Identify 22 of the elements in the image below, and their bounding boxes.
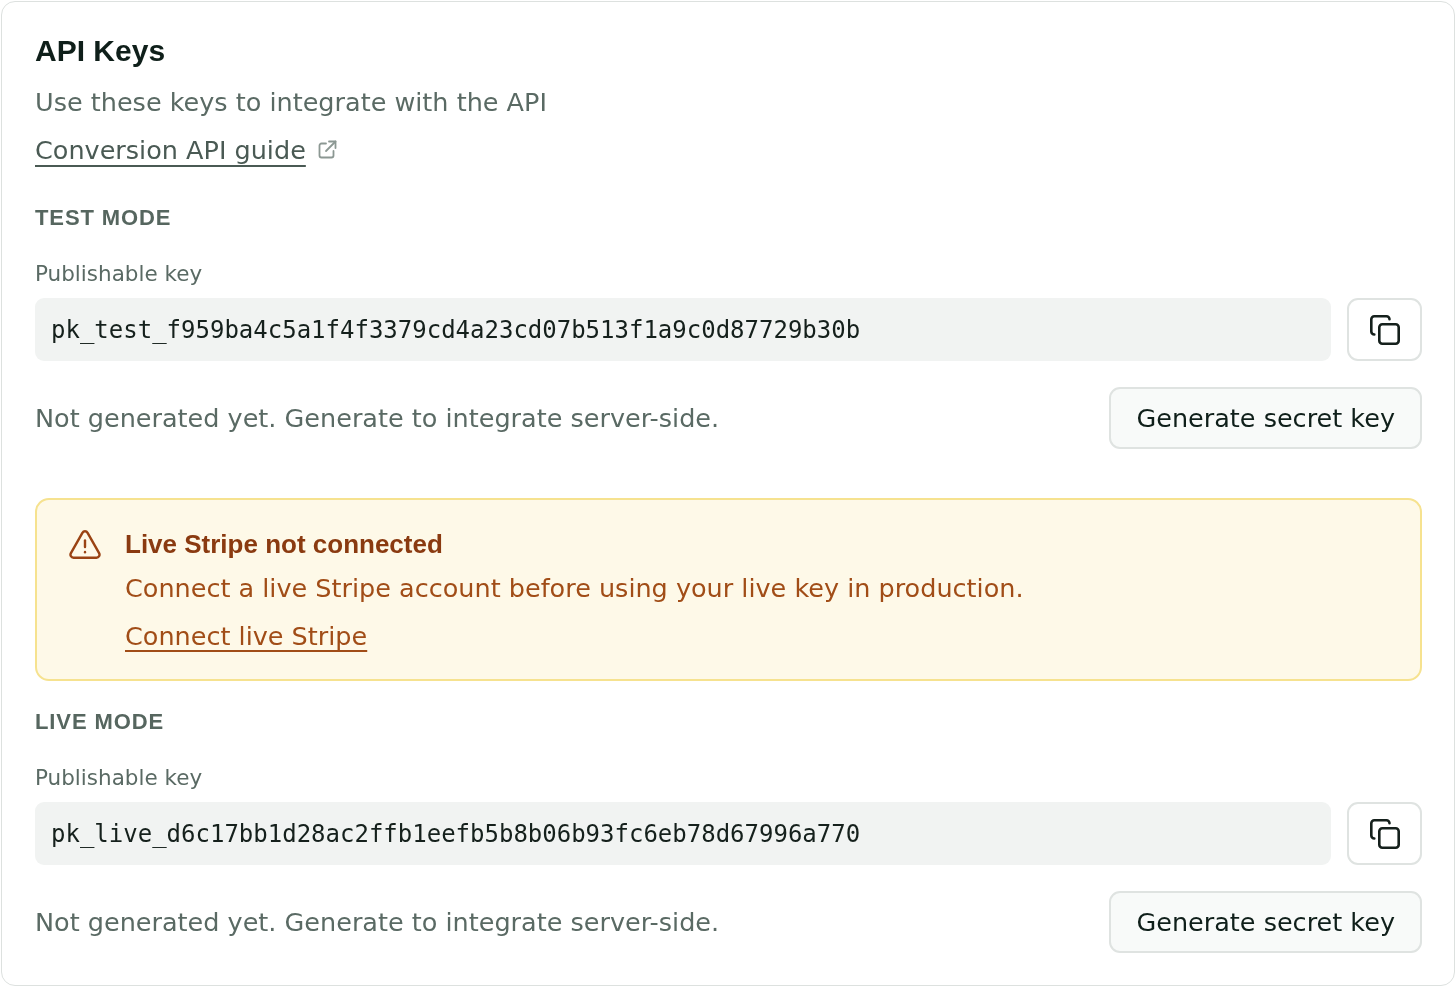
guide-link[interactable]: Conversion API guide xyxy=(35,132,306,168)
key-field[interactable]: pk_live_d6c17bb1d28ac2ffb1eefb5b8b06b93fc6eb78d67996a770 xyxy=(35,802,1331,865)
section-heading: TEST MODE xyxy=(35,204,172,232)
warning-icon xyxy=(69,530,101,559)
copy-button[interactable] xyxy=(1347,802,1422,865)
page-subtitle: Use these keys to integrate with the API xyxy=(35,86,547,119)
alert-title: Live Stripe not connected xyxy=(125,528,443,561)
generate-button[interactable]: Generate secret key xyxy=(1109,387,1422,449)
status-text: Not generated yet. Generate to integrate server-side. xyxy=(35,402,720,435)
page-title: API Keys xyxy=(35,33,166,69)
copy-icon xyxy=(1369,818,1400,849)
copy-button[interactable] xyxy=(1347,298,1422,361)
key-field[interactable]: pk_test_f959ba4c5a1f4f3379cd4a23cd07b513f1a9c0d87729b30b xyxy=(35,298,1331,361)
alert-message: Connect a live Stripe account before using your live key in production. xyxy=(125,572,1024,605)
generate-button[interactable]: Generate secret key xyxy=(1109,891,1422,953)
copy-icon xyxy=(1369,314,1400,345)
connect-link[interactable]: Connect live Stripe xyxy=(125,618,368,654)
external-link-icon xyxy=(316,140,337,160)
status-text: Not generated yet. Generate to integrate server-side. xyxy=(35,906,720,939)
field-label: Publishable key xyxy=(35,260,203,288)
section-heading: LIVE MODE xyxy=(35,708,165,736)
field-label: Publishable key xyxy=(35,764,203,792)
